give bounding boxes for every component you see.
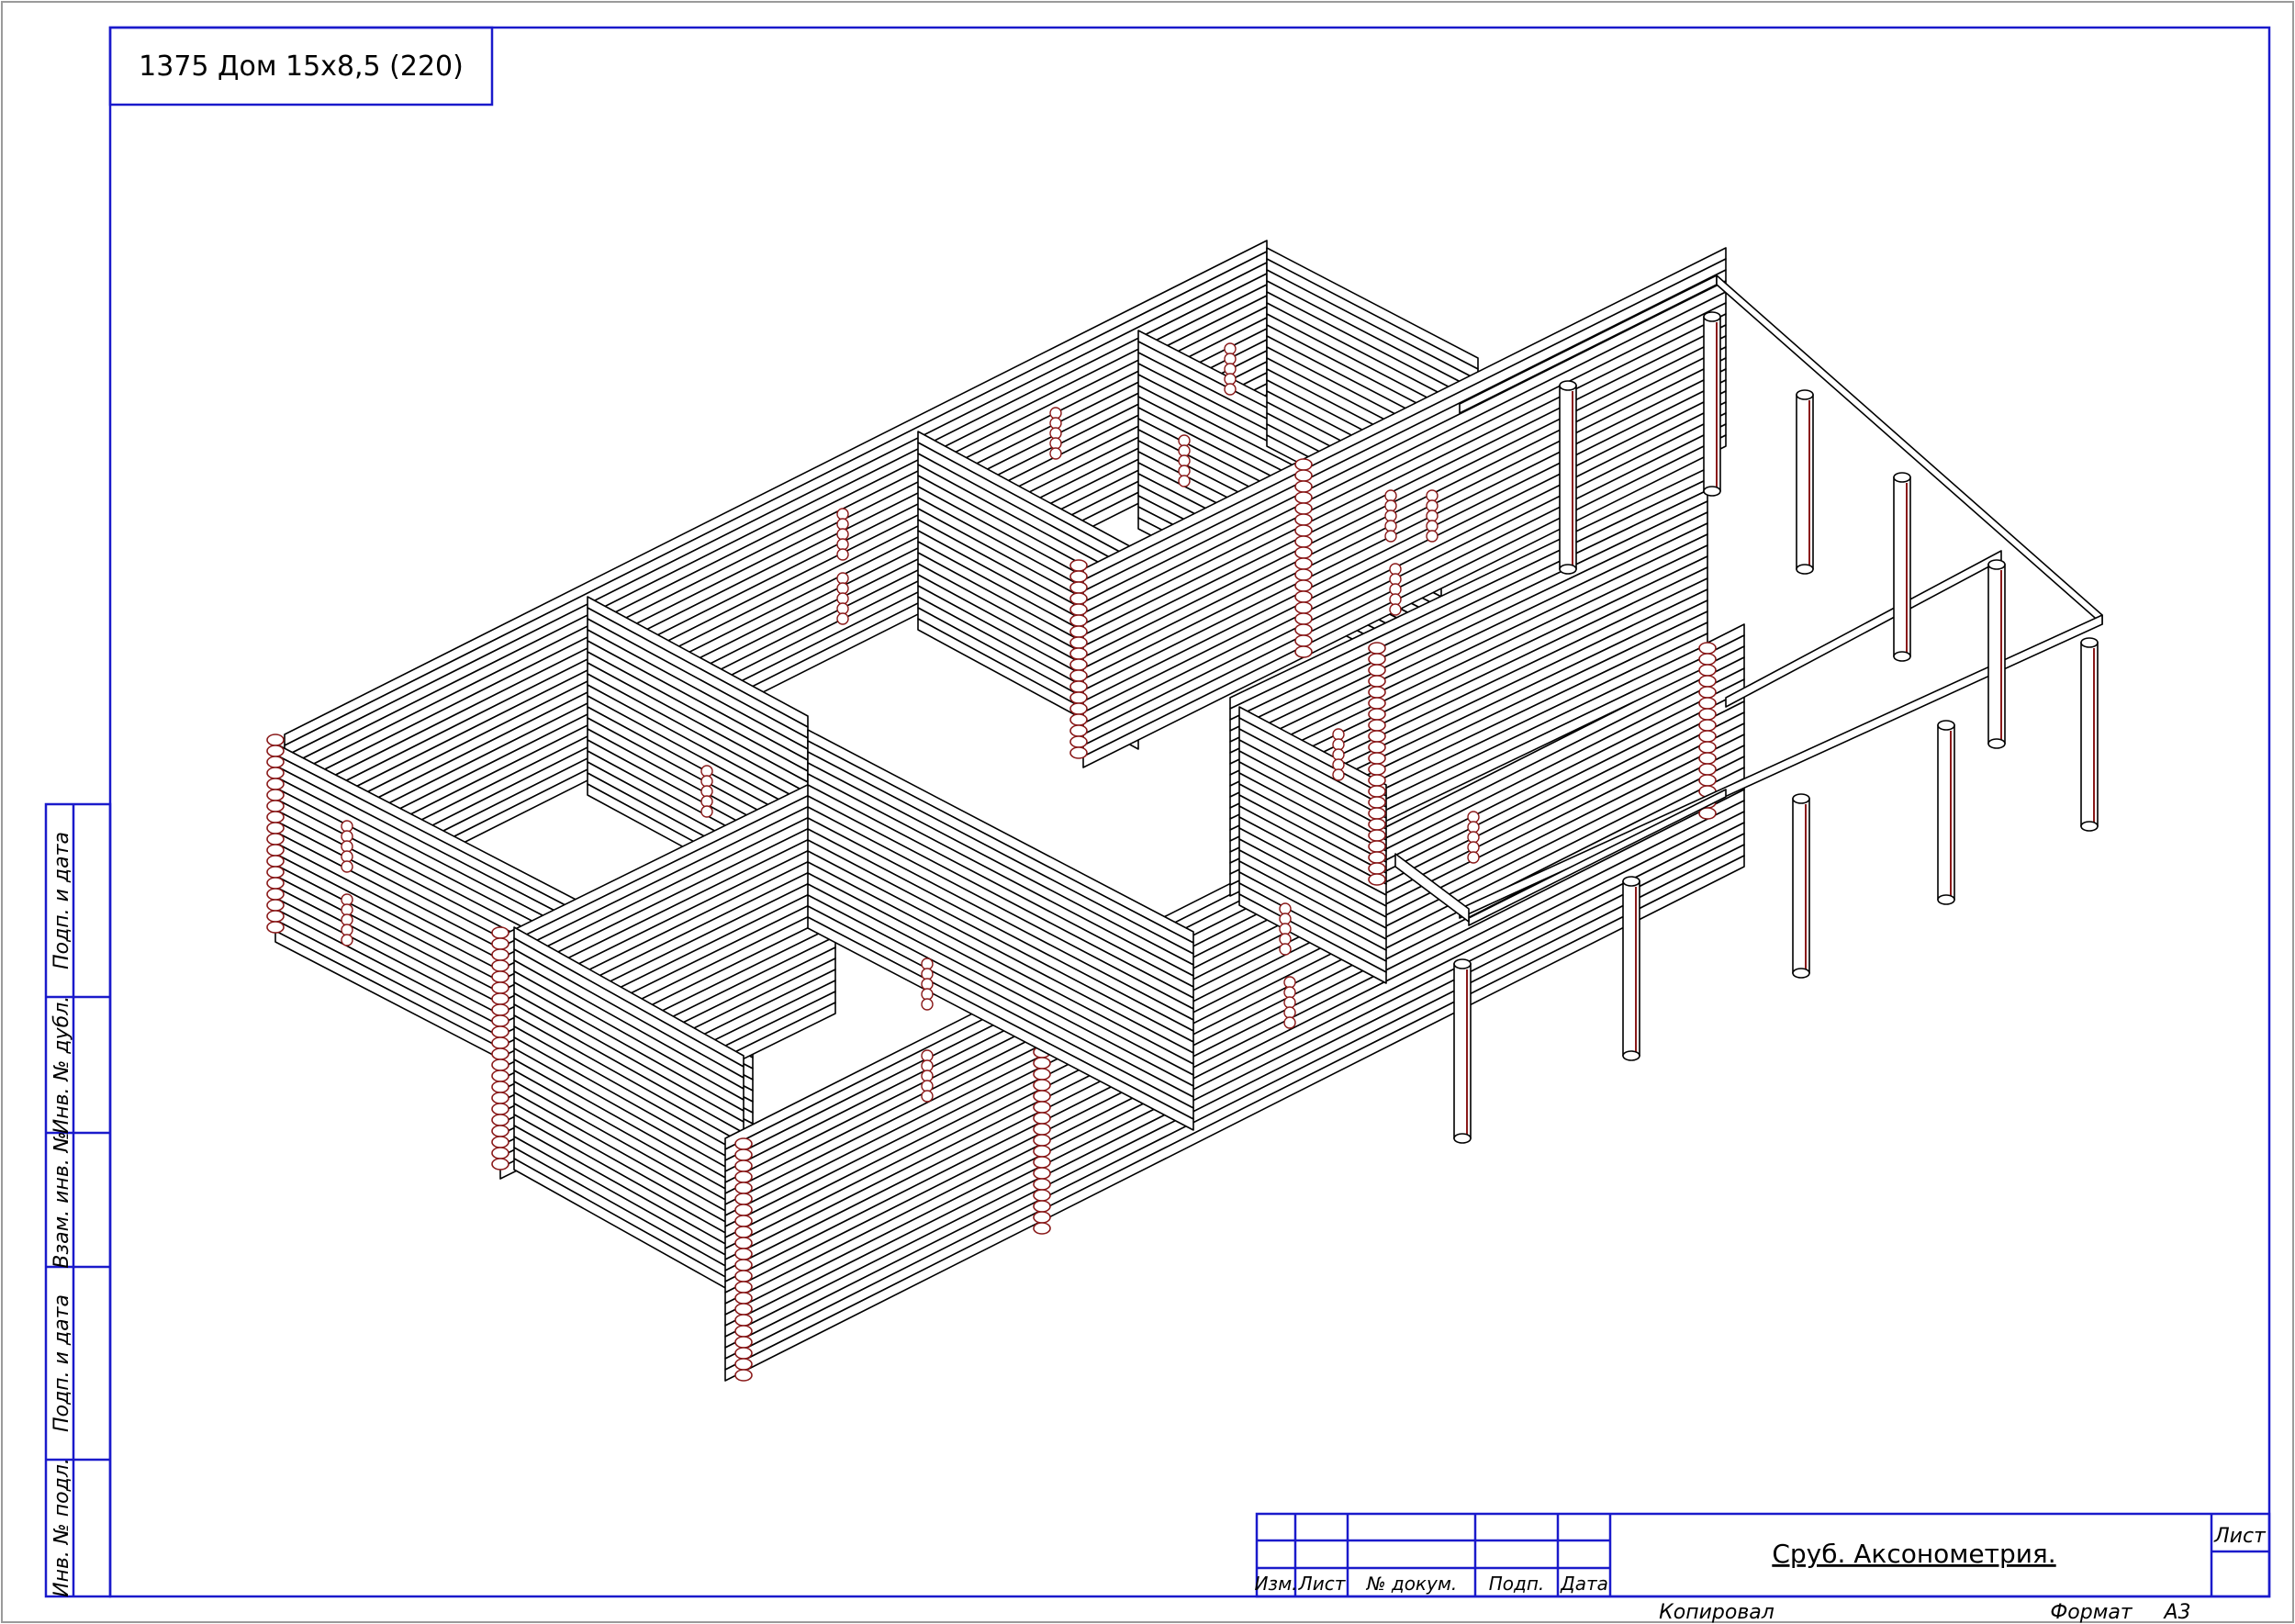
side-stamp-label-5: Инв. № подл. xyxy=(50,1458,73,1597)
copied-label: Копировал xyxy=(1659,1601,1774,1624)
window-slot-14 xyxy=(1426,489,1439,543)
post-5 xyxy=(1987,559,2006,749)
header-sign: Подп. xyxy=(1489,1573,1545,1595)
side-stamp-labels: Подп. и дата Инв. № дубл. Взам. инв. № П… xyxy=(50,832,73,1597)
sheet-label: Лист xyxy=(2213,1525,2267,1548)
header-izm: Изм. xyxy=(1254,1573,1297,1595)
post-2 xyxy=(1703,311,1721,497)
side-stamp-label-3: Взам. инв. № xyxy=(50,1131,73,1268)
window-slot-15 xyxy=(1389,563,1402,616)
format-label: Формат xyxy=(2050,1601,2133,1624)
side-stamp-label-1: Подп. и дата xyxy=(50,832,73,969)
header-list: Лист xyxy=(1298,1573,1347,1595)
window-slot-4 xyxy=(836,508,849,561)
window-slot-8 xyxy=(1224,342,1237,396)
post-6 xyxy=(2080,637,2099,832)
window-slot-9 xyxy=(921,958,934,1011)
side-stamp-label-2: Инв. № дубл. xyxy=(50,996,73,1135)
window-slot-16 xyxy=(1467,811,1480,864)
window-slot-2 xyxy=(341,893,353,946)
post-7 xyxy=(1937,720,1955,905)
window-slot-7 xyxy=(1178,434,1191,487)
window-slot-3 xyxy=(700,765,713,818)
side-stamp-label-4: Подп. и дата xyxy=(50,1294,73,1432)
window-slot-11 xyxy=(1279,902,1292,956)
post-1 xyxy=(1559,380,1577,575)
window-slot-5 xyxy=(836,572,849,625)
log-house-axonometry xyxy=(266,240,2103,1382)
drawing-sheet: 1375 Дом 15x8,5 (220) Подп. и дата Инв. … xyxy=(1,1,2294,1624)
window-slot-17 xyxy=(1283,976,1296,1029)
code-title-box: 1375 Дом 15x8,5 (220) xyxy=(108,26,494,106)
header-doc-no: № докум. xyxy=(1366,1573,1458,1595)
format-value: A3 xyxy=(2162,1601,2190,1624)
post-10 xyxy=(1453,958,1472,1144)
window-slot-12 xyxy=(1332,728,1345,781)
post-3 xyxy=(1796,389,1814,575)
window-slot-1 xyxy=(341,820,353,873)
title-block-headers: Изм. Лист № докум. Подп. Дата xyxy=(1254,1573,1607,1595)
post-8 xyxy=(1792,793,1810,979)
header-date: Дата xyxy=(1560,1573,1608,1595)
code-title: 1375 Дом 15x8,5 (220) xyxy=(139,50,464,83)
window-slot-6 xyxy=(1049,407,1062,460)
window-slot-10 xyxy=(921,1049,934,1103)
post-4 xyxy=(1893,472,1911,662)
post-9 xyxy=(1622,876,1640,1061)
window-slot-13 xyxy=(1384,489,1397,543)
sheet-name: Сруб. Аксонометрия. xyxy=(1772,1539,2055,1569)
